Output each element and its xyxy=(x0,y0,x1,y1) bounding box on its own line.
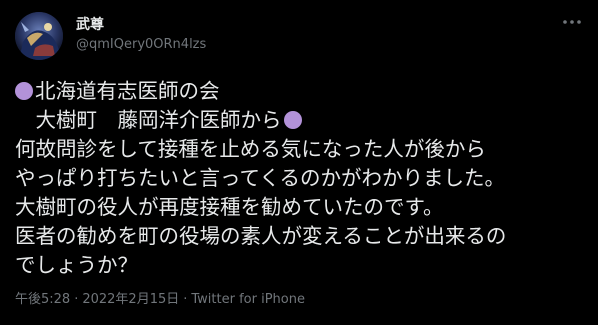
separator: · xyxy=(74,292,79,307)
purple-circle-emoji-icon xyxy=(283,111,302,129)
author-display-name[interactable]: 武尊 xyxy=(76,16,104,34)
author-handle[interactable]: @qmIQery0ORn4lzs xyxy=(76,37,206,53)
separator: · xyxy=(183,292,188,307)
tweet-date[interactable]: 2022年2月15日 xyxy=(82,292,179,307)
tweet-line: でしょうか？ xyxy=(15,253,138,277)
tweet-metadata: 午後5:28 · 2022年2月15日 · Twitter for iPhone xyxy=(15,292,305,308)
tweet-line-text: 北海道有志医師の会 xyxy=(35,79,220,103)
tweet-text: 北海道有志医師の会 大樹町 藤岡洋介医師から 何故問診をして接種を止める気になっ… xyxy=(15,77,590,280)
more-icon[interactable] xyxy=(560,14,584,30)
tweet-line: 大樹町 藤岡洋介医師から xyxy=(15,106,590,135)
tweet-line: 北海道有志医師の会 xyxy=(15,77,590,106)
tweet-line: 大樹町の役人が再度接種を勧めていたのです。 xyxy=(15,195,444,219)
tweet-line: やっぱり打ちたいと言ってくるのかがわかりました。 xyxy=(15,166,505,190)
tweet-card: 武尊 @qmIQery0ORn4lzs 北海道有志医師の会 大樹町 藤岡洋介医師… xyxy=(0,0,598,325)
purple-circle-emoji-icon xyxy=(15,82,33,100)
avatar[interactable] xyxy=(15,12,63,60)
tweet-line-text: 大樹町 藤岡洋介医師から xyxy=(15,108,282,132)
tweet-source[interactable]: Twitter for iPhone xyxy=(191,292,305,307)
profile-avatar-icon xyxy=(15,12,63,60)
tweet-time[interactable]: 午後5:28 xyxy=(15,292,70,307)
tweet-line: 医者の勧めを町の役場の素人が変えることが出来るの xyxy=(15,224,507,248)
tweet-line: 何故問診をして接種を止める気になった人が後から xyxy=(15,137,486,161)
